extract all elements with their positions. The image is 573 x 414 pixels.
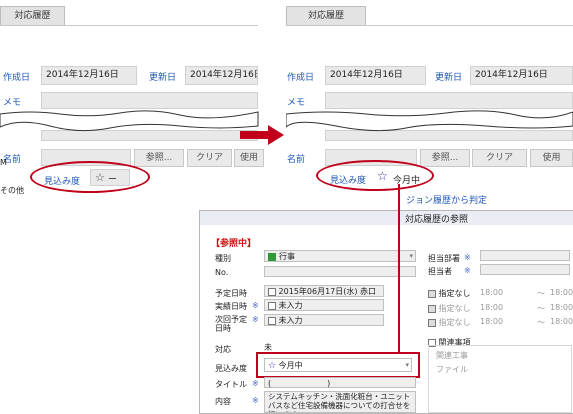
left-updated-label: 更新日 (149, 73, 177, 83)
left-tab-history[interactable]: 対応履歴 (0, 6, 65, 26)
tilde-1: ～ (537, 289, 545, 298)
right-highlight-ellipse (316, 160, 434, 191)
plan-date-field[interactable]: 2015年06月17日(水) 赤口 (264, 285, 384, 297)
next-date-value: 未入力 (278, 316, 303, 325)
plan-date-label: 予定日時 (215, 289, 247, 298)
left-cut-label-2: その他 (0, 186, 24, 195)
title-label: タイトル (215, 380, 247, 389)
required-mark: ※ (252, 301, 259, 310)
title-field[interactable]: ( ) (264, 377, 416, 388)
type-value: 行事 (279, 252, 295, 261)
time-start-3: 18:00 (480, 317, 504, 326)
right-ref-button[interactable]: 参照... (420, 149, 470, 167)
status-label: 対応 (215, 345, 231, 354)
left-created-field: 2014年12月16日 (41, 66, 137, 85)
likelihood-label: 見込み度 (215, 364, 247, 373)
related-box (428, 345, 572, 413)
calendar-icon (268, 252, 276, 261)
right-memo-label: メモ (287, 98, 306, 108)
unspecified-row-2[interactable]: 指定なし (428, 303, 471, 314)
tilde-2: ～ (537, 304, 545, 313)
left-torn-strip (0, 110, 259, 132)
required-mark: ※ (252, 315, 259, 324)
left-clear-button[interactable]: クリア (187, 149, 232, 167)
right-tab-divider (286, 25, 573, 26)
no-field (264, 266, 416, 277)
chevron-down-icon: ▾ (409, 252, 413, 260)
tilde-3: ～ (537, 318, 545, 327)
dept-label: 担当部署 (428, 254, 460, 263)
done-date-value: 未入力 (278, 301, 303, 310)
content-label: 内容 (215, 397, 231, 406)
title-value: ( ) (268, 379, 331, 388)
unspecified-checkbox-2[interactable] (428, 304, 436, 313)
unspecified-checkbox-1[interactable] (428, 289, 436, 298)
right-memo-field[interactable] (325, 92, 573, 109)
right-torn-strip (286, 110, 573, 132)
left-memo-label: メモ (3, 98, 22, 108)
likelihood-highlight-box (256, 352, 420, 378)
next-date-checkbox[interactable] (268, 316, 276, 325)
done-date-checkbox[interactable] (268, 301, 276, 310)
right-updated-label: 更新日 (435, 73, 463, 83)
right-tab-history[interactable]: 対応履歴 (286, 6, 366, 26)
right-created-field: 2014年12月16日 (325, 66, 426, 85)
time-start-1: 18:00 (480, 288, 504, 297)
next-date-field[interactable]: 未入力 (264, 314, 384, 326)
time-end-1: 18:00 (550, 288, 573, 297)
right-use-button[interactable]: 使用 (530, 149, 573, 167)
right-created-label: 作成日 (287, 73, 315, 83)
dept-field[interactable] (480, 250, 570, 261)
left-use-button[interactable]: 使用 (234, 149, 264, 167)
done-date-field[interactable]: 未入力 (264, 299, 384, 311)
type-label: 種別 (215, 254, 231, 263)
reference-dialog: 対応履歴の参照 【参照中】 種別 行事 ▾ No. 予定日時 2015年06月17… (199, 210, 573, 414)
content-field[interactable]: システムキッチン・洗面化粧台・ユニットバスなど住宅設備機器についての打合せを行い… (264, 391, 416, 413)
connector-line (398, 184, 400, 352)
left-created-label: 作成日 (3, 73, 31, 83)
dialog-titlebar (200, 211, 573, 225)
left-memo-field[interactable] (41, 92, 258, 109)
right-name-label: 名前 (287, 155, 306, 165)
person-field[interactable] (480, 264, 570, 275)
person-label: 担当者 (428, 267, 452, 276)
plan-date-checkbox[interactable] (268, 287, 276, 296)
dialog-status: 【参照中】 (211, 239, 257, 249)
required-mark: ※ (464, 266, 471, 275)
time-start-2: 18:00 (480, 303, 504, 312)
time-end-3: 18:00 (550, 317, 573, 326)
time-end-2: 18:00 (550, 303, 573, 312)
dialog-title: 対応履歴の参照 (405, 215, 469, 225)
required-mark: ※ (252, 396, 259, 405)
right-updated-field: 2014年12月16日 (470, 66, 573, 85)
right-history-link[interactable]: ジョン履歴から判定 (406, 193, 487, 206)
left-cut-label-1: M (0, 158, 7, 167)
unspecified-row-1[interactable]: 指定なし (428, 288, 471, 299)
unspecified-checkbox-3[interactable] (428, 318, 436, 327)
required-mark: ※ (464, 253, 471, 262)
done-date-label: 実績日時 (215, 302, 247, 311)
right-clear-button[interactable]: クリア (472, 149, 527, 167)
next-date-label: 次回予定日時 (215, 315, 247, 333)
required-mark: ※ (252, 379, 259, 388)
type-select[interactable]: 行事 ▾ (264, 250, 416, 262)
left-tab-divider (0, 25, 258, 26)
left-updated-field: 2014年12月16日 (185, 66, 258, 85)
no-label: No. (215, 268, 229, 277)
plan-date-value: 2015年06月17日(水) 赤口 (278, 287, 377, 296)
left-highlight-ellipse (30, 161, 150, 193)
right-arrow-icon (240, 125, 284, 145)
left-ref-button[interactable]: 参照... (134, 149, 184, 167)
unspecified-row-3[interactable]: 指定なし (428, 317, 471, 328)
